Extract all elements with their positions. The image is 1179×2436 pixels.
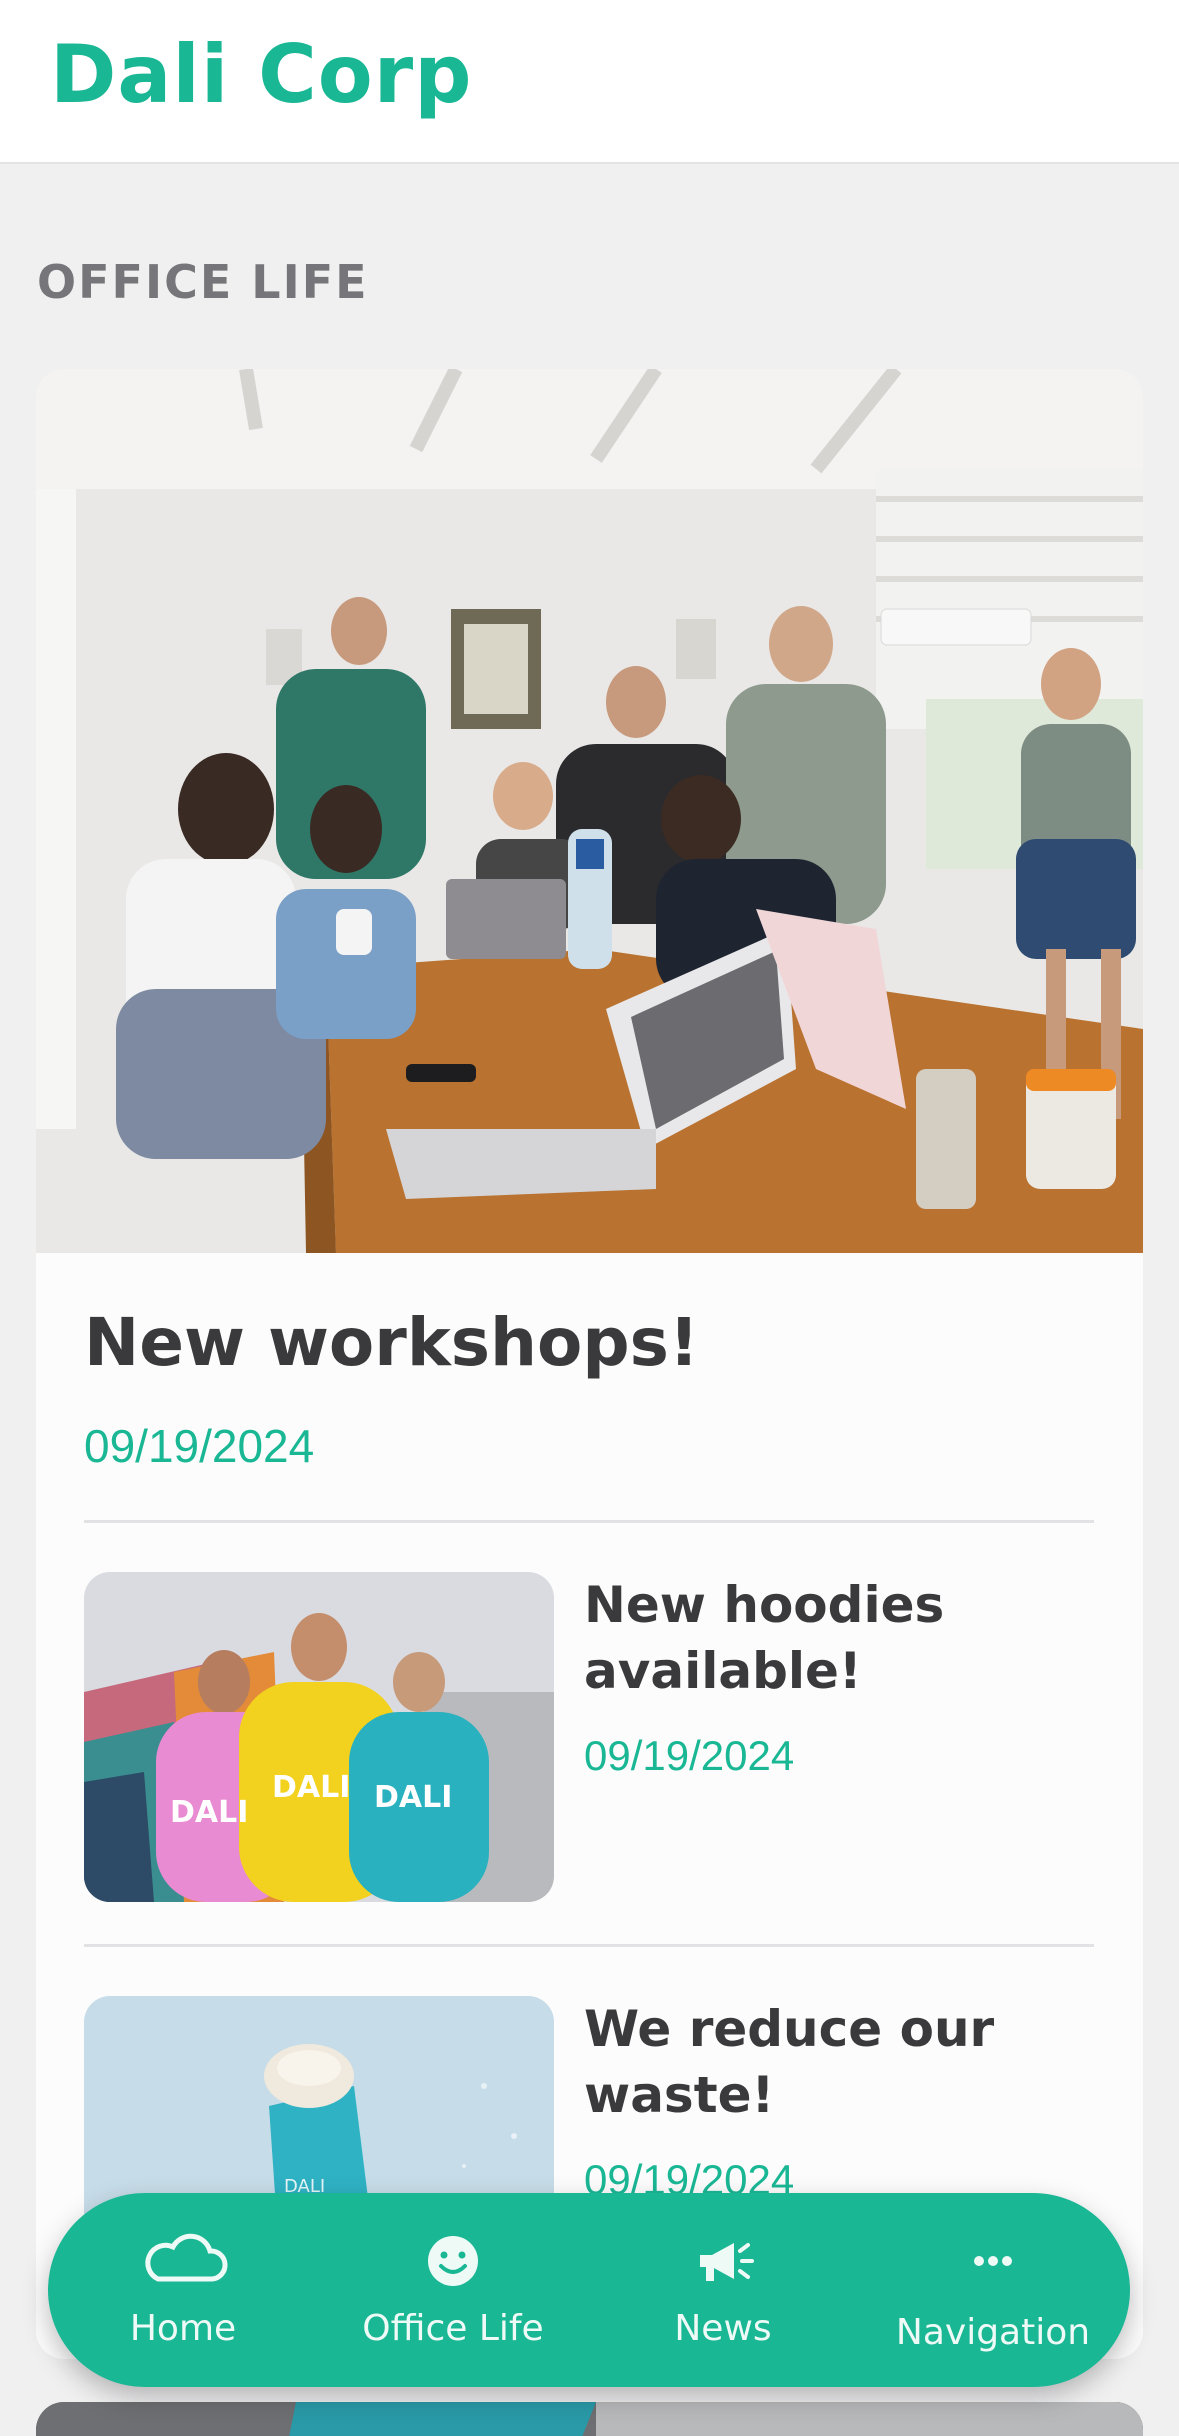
tab-news-label: News <box>674 2308 772 2349</box>
tab-navigation-label: Navigation <box>895 2312 1091 2353</box>
tab-home[interactable]: Home <box>48 2193 318 2387</box>
app-header: Dali Corp <box>0 0 1179 164</box>
featured-title[interactable]: New workshops! <box>84 1304 699 1381</box>
item-title[interactable]: New hoodies available! <box>584 1572 1084 1704</box>
item-date: 09/19/2024 <box>584 1732 795 1779</box>
next-news-card[interactable] <box>36 2402 1143 2436</box>
tab-office-life[interactable]: Office Life <box>318 2193 588 2387</box>
divider <box>84 1944 1094 1947</box>
section-title: OFFICE LIFE <box>37 255 369 309</box>
hoodies-thumbnail[interactable]: DALI DALI DALI <box>84 1572 554 1902</box>
featured-date: 09/19/2024 <box>84 1420 315 1472</box>
list-item[interactable]: DALI DALI DALI New hoodies available! 09… <box>84 1572 1094 1902</box>
item-title[interactable]: We reduce our waste! <box>584 1996 1084 2128</box>
featured-image[interactable] <box>36 369 1143 1253</box>
tab-navigation[interactable]: Navigation <box>858 2193 1128 2387</box>
tab-home-label: Home <box>129 2308 237 2349</box>
next-card-image <box>36 2402 1143 2436</box>
brand-title: Dali Corp <box>50 28 473 121</box>
more-dots-icon <box>974 2256 1012 2266</box>
tab-office-life-label: Office Life <box>362 2308 544 2349</box>
svg-text:DALI: DALI <box>374 1780 452 1815</box>
tab-news[interactable]: News <box>588 2193 858 2387</box>
news-card: New workshops! 09/19/2024 DALI DALI DALI <box>36 369 1143 2359</box>
smiley-icon <box>428 2236 478 2286</box>
cloud-icon <box>145 2233 228 2282</box>
svg-text:DALI: DALI <box>272 1770 350 1805</box>
megaphone-icon <box>700 2243 754 2281</box>
divider <box>84 1520 1094 1523</box>
bottom-tab-bar: Home Office Life News Navigation <box>48 2193 1130 2387</box>
svg-text:DALI: DALI <box>170 1795 248 1830</box>
